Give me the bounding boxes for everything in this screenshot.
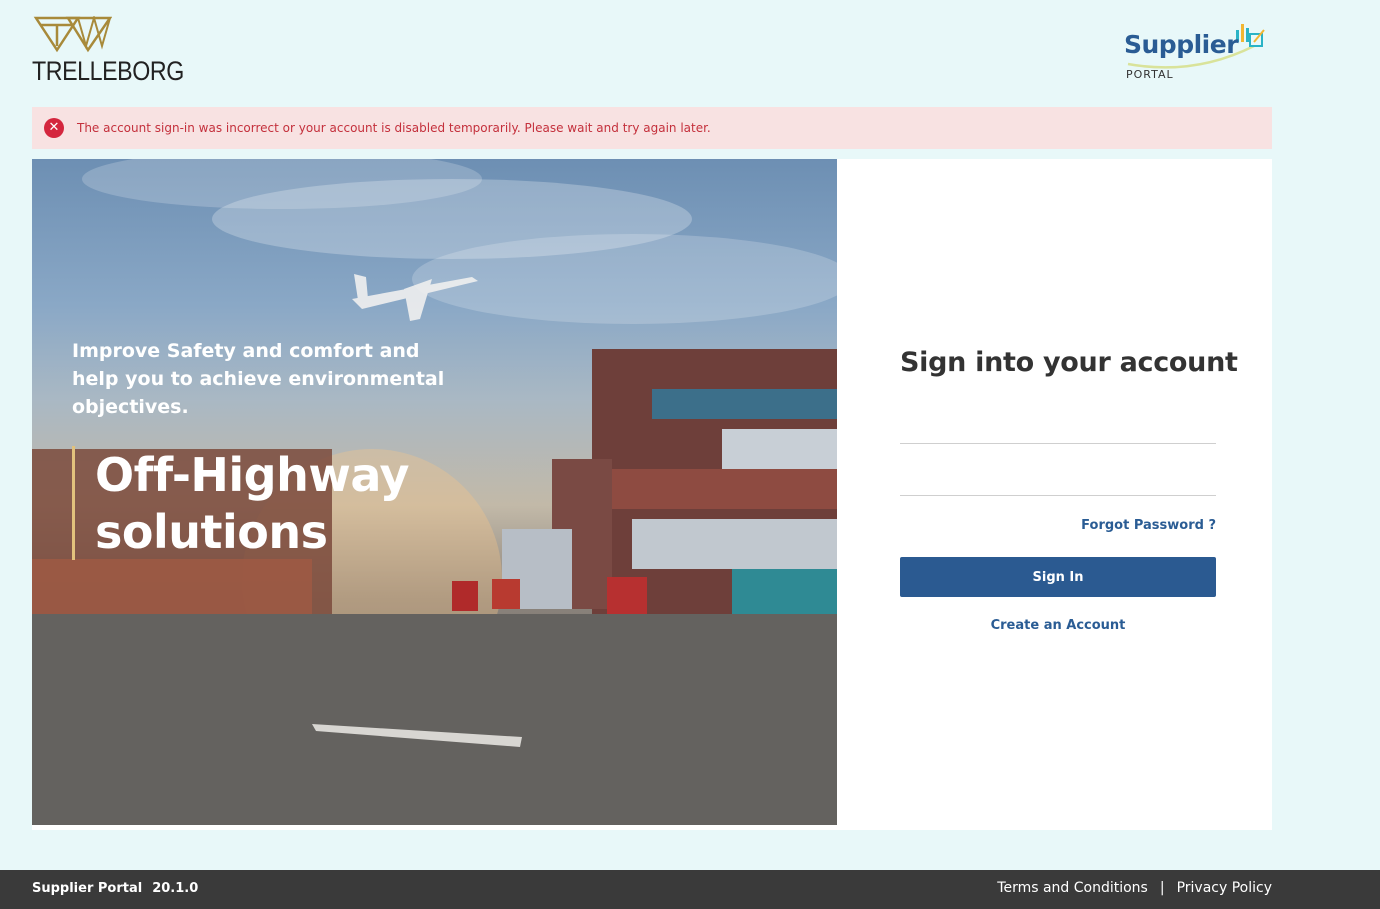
footer-separator: |: [1159, 880, 1165, 896]
footer-version: 20.1.0: [152, 881, 199, 896]
form-title: Sign into your account: [900, 347, 1238, 378]
alert-message: The account sign-in was incorrect or you…: [77, 121, 711, 135]
supplier-brand-text: Supplier: [1124, 30, 1239, 59]
footer: Supplier Portal 20.1.0 Terms and Conditio…: [0, 870, 1380, 909]
footer-links: Terms and Conditions | Privacy Policy: [997, 880, 1272, 896]
trelleborg-wordmark: TRELLEBORG: [32, 56, 184, 86]
password-field[interactable]: [900, 464, 1216, 496]
terms-link[interactable]: Terms and Conditions: [997, 880, 1148, 896]
container-stacks: [502, 349, 837, 619]
error-alert: ✕ The account sign-in was incorrect or y…: [32, 107, 1272, 149]
login-form: Sign into your account Forgot Password ?…: [900, 159, 1238, 825]
hero-tagline: Improve Safety and comfort and help you …: [72, 340, 445, 418]
trelleborg-emblem-icon: [33, 16, 112, 53]
supplier-portal-logo: Supplier PORTAL: [1124, 16, 1274, 86]
hero-title-line-1: Off-Highway: [95, 448, 409, 502]
footer-app-info: Supplier Portal 20.1.0: [32, 881, 198, 896]
login-card: Improve Safety and comfort and help you …: [32, 159, 1272, 830]
hero-image-panel: Improve Safety and comfort and help you …: [32, 159, 837, 825]
hero-title: Off-Highway solutions: [95, 447, 409, 561]
hero-accent-bar: [72, 446, 75, 560]
trelleborg-logo: TRELLEBORG: [32, 16, 192, 86]
footer-app-name: Supplier Portal: [32, 881, 143, 896]
portal-sub-text: PORTAL: [1126, 68, 1174, 81]
error-x-icon: ✕: [44, 118, 64, 138]
hero-title-line-2: solutions: [95, 505, 328, 559]
username-field[interactable]: [900, 412, 1216, 444]
sign-in-button[interactable]: Sign In: [900, 557, 1216, 597]
privacy-link[interactable]: Privacy Policy: [1177, 880, 1272, 896]
create-account-link[interactable]: Create an Account: [900, 618, 1216, 633]
forgot-password-link[interactable]: Forgot Password ?: [1081, 518, 1216, 533]
